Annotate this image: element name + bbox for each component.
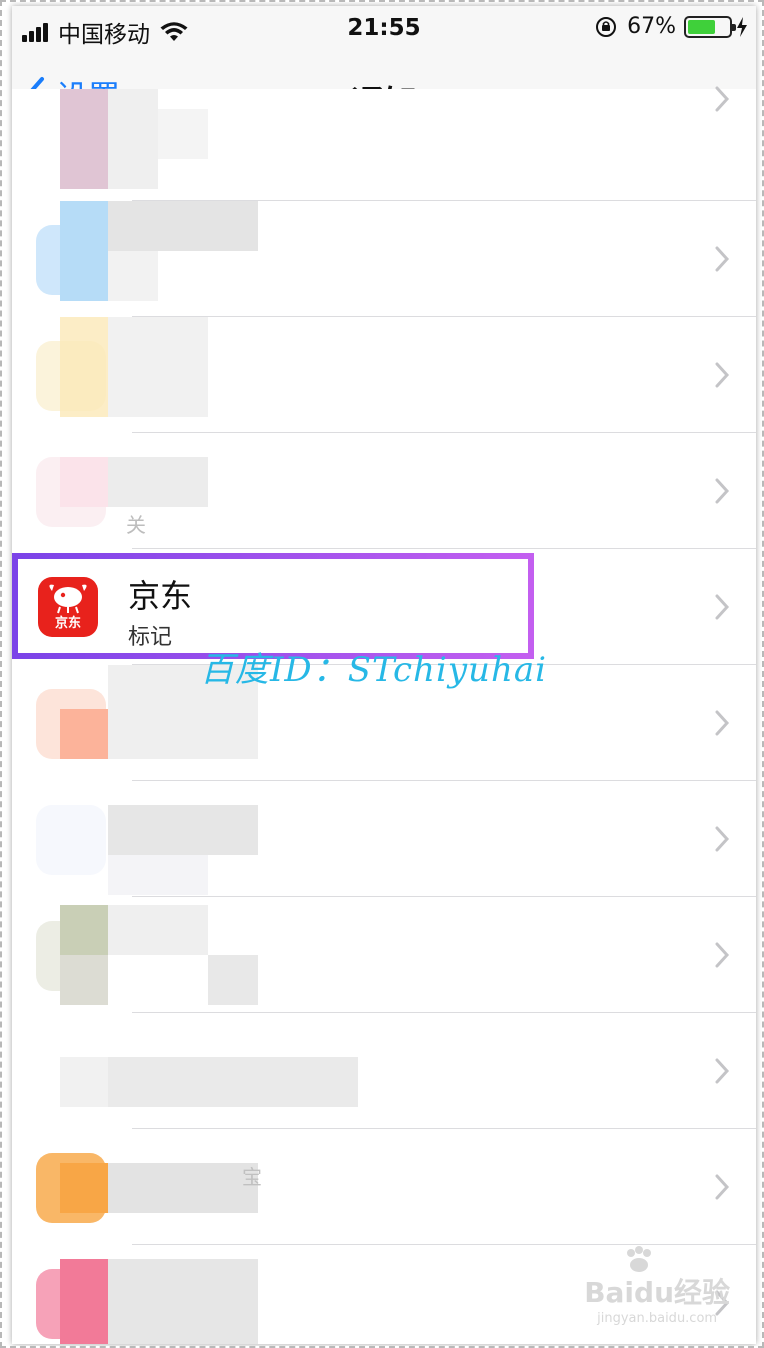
app-icon bbox=[36, 805, 106, 875]
battery-fill bbox=[688, 19, 715, 34]
blurred-title: 宝 bbox=[242, 1165, 262, 1189]
list-item[interactable]: 关 bbox=[12, 433, 756, 549]
app-notification-style: 标记 bbox=[128, 625, 173, 650]
baidu-jingyan-watermark: Baidu经验 jingyan.baidu.com bbox=[584, 1246, 730, 1326]
list-item[interactable] bbox=[12, 781, 756, 897]
blurred-subtitle: 关 bbox=[126, 513, 146, 537]
chevron-right-icon bbox=[715, 942, 730, 968]
list-item[interactable] bbox=[12, 201, 756, 317]
jd-icon-label: 京东 bbox=[54, 616, 81, 631]
chevron-right-icon bbox=[715, 1058, 730, 1084]
list-item[interactable] bbox=[12, 86, 756, 201]
rotation-lock-icon bbox=[596, 16, 617, 37]
status-right: 67% bbox=[595, 14, 748, 39]
status-bar: 中国移动 21:55 67% bbox=[12, 6, 756, 52]
screenshot-frame: 中国移动 21:55 67% 关 京东 京东 标记 宝 Baidu经验 jing… bbox=[0, 0, 764, 1348]
list-item[interactable] bbox=[12, 1013, 756, 1129]
chevron-right-icon bbox=[715, 826, 730, 852]
chevron-right-icon bbox=[715, 86, 730, 112]
baidu-watermark-text: Baidu经验 bbox=[584, 1276, 730, 1309]
battery-percentage: 67% bbox=[627, 14, 676, 39]
chevron-right-icon bbox=[715, 1174, 730, 1200]
paw-icon bbox=[627, 1246, 651, 1272]
jd-dog-icon bbox=[49, 584, 87, 614]
battery-icon bbox=[684, 15, 736, 38]
chevron-right-icon bbox=[715, 478, 730, 504]
chevron-right-icon bbox=[715, 594, 730, 620]
list-item[interactable] bbox=[12, 317, 756, 433]
author-watermark: 百度ID：STchiyuhai bbox=[200, 650, 547, 690]
list-item[interactable]: 宝 bbox=[12, 1129, 756, 1245]
baidu-watermark-url: jingyan.baidu.com bbox=[597, 1311, 718, 1326]
chevron-right-icon bbox=[715, 246, 730, 272]
charging-bolt-icon bbox=[737, 16, 747, 37]
chevron-right-icon bbox=[715, 362, 730, 388]
app-name: 京东 bbox=[128, 577, 193, 615]
list-item[interactable] bbox=[12, 897, 756, 1013]
chevron-right-icon bbox=[715, 710, 730, 736]
jd-app-icon: 京东 bbox=[38, 577, 98, 637]
